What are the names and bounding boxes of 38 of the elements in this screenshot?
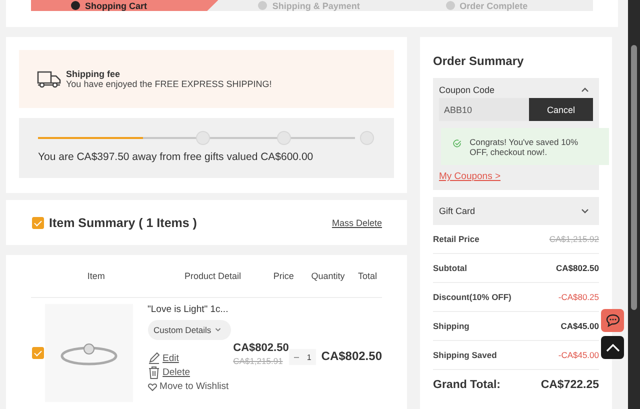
notice-title: Shipping fee (66, 69, 121, 79)
summary-label: Shipping Saved (433, 350, 497, 360)
summary-label: Subtotal (433, 263, 467, 273)
original-price: CA$1,215.91 (233, 356, 284, 366)
summary-value: CA$1,215.92 (549, 234, 599, 244)
success-message: Congrats! You've saved 10% OFF, checkout now!. (470, 137, 580, 157)
notice-message: You have enjoyed the FREE EXPRESS SHIPPING! (66, 79, 272, 89)
column-header: Quantity (310, 271, 346, 281)
cancel-button[interactable]: Cancel (529, 98, 593, 121)
coupon-input-field[interactable]: ABB10 (439, 98, 529, 121)
item-summary-title: Item Summary ( 1 Items ) (49, 216, 198, 230)
mass-delete-link[interactable]: Mass Delete (332, 218, 382, 228)
product-name[interactable]: "Love is Light" 1c... (148, 304, 232, 315)
product-action-link[interactable]: Move to Wishlist (148, 381, 232, 392)
column-header: Item (86, 271, 106, 281)
column-header: Total (357, 271, 378, 281)
summary-value: CA$45.00 (560, 321, 599, 331)
custom-details-button[interactable]: Custom Details (148, 320, 232, 340)
total-price: CA$802.50 (321, 349, 382, 363)
column-header: Product Detail (183, 271, 242, 281)
gift-message: You are CA$397.50 away from free gifts valued CA$600.00 (38, 151, 314, 163)
summary-value: CA$802.50 (556, 263, 599, 273)
product-action-link[interactable]: Delete (148, 366, 232, 379)
gift-card-dropdown[interactable]: Gift Card (433, 197, 599, 225)
grand-total-label: Grand Total: (433, 379, 501, 391)
summary-label: Shipping (433, 321, 470, 331)
summary-label: Retail Price (433, 234, 480, 244)
order-summary-title: Order Summary (433, 54, 525, 68)
summary-value: -CA$80.25 (558, 292, 599, 302)
product-action-link[interactable]: Edit (148, 352, 232, 364)
step-tab[interactable]: Shopping Cart (31, 0, 218, 11)
summary-value: -CA$45.00 (558, 350, 599, 360)
quantity-stepper[interactable]: 1 (288, 349, 316, 365)
column-header: Price (272, 271, 295, 281)
grand-total-value: CA$722.25 (540, 379, 599, 391)
summary-label: Discount(10% OFF) (433, 292, 512, 302)
coupon-label: Coupon Code (439, 84, 495, 94)
price: CA$802.50 (233, 342, 289, 354)
